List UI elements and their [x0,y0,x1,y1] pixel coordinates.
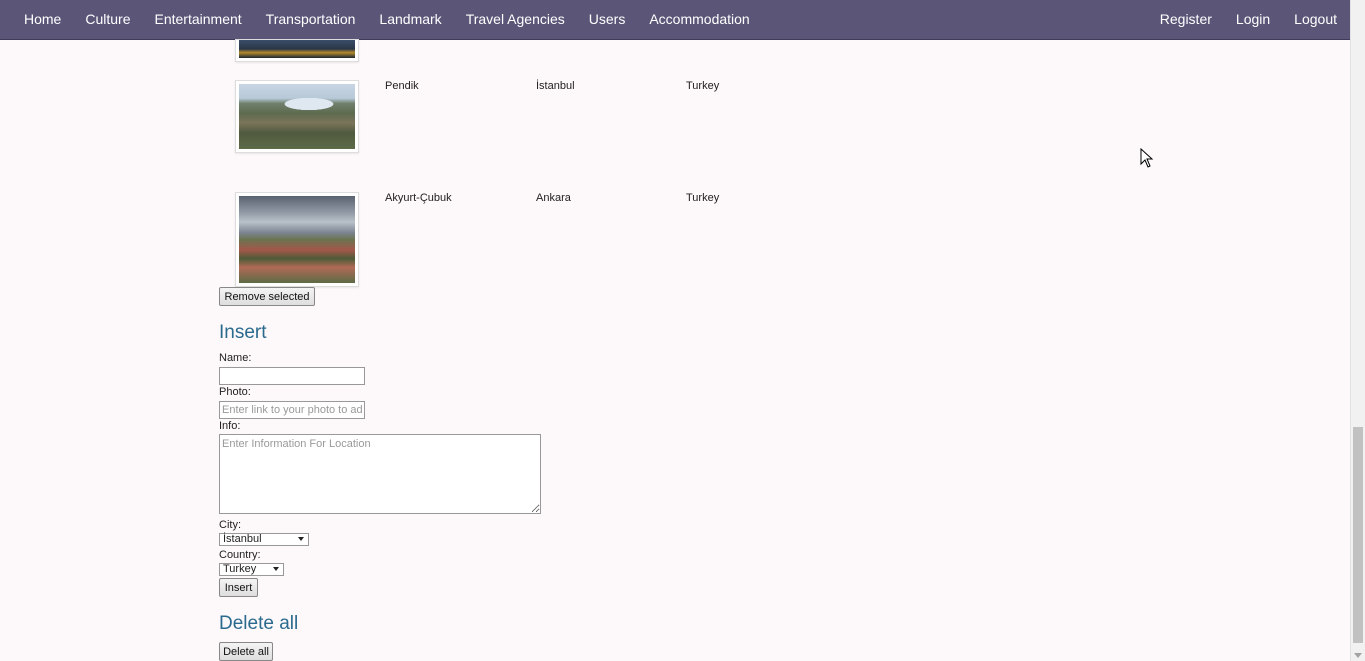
remove-selected-button[interactable]: Remove selected [219,287,315,306]
insert-heading: Insert [219,322,267,343]
delete-all-button[interactable]: Delete all [219,642,273,661]
location-country: Turkey [686,80,720,92]
nav-travel-agencies[interactable]: Travel Agencies [454,0,577,39]
country-select[interactable]: Turkey [219,563,284,576]
nav-accommodation[interactable]: Accommodation [637,0,761,39]
photo-input[interactable] [219,401,365,419]
location-country: Turkey [686,192,720,204]
location-photo-image [239,196,355,283]
scrollbar-thumb[interactable] [1353,427,1363,643]
insert-button[interactable]: Insert [219,578,258,597]
location-photo [235,80,359,153]
nav-transportation[interactable]: Transportation [254,0,368,39]
nav-entertainment[interactable]: Entertainment [143,0,254,39]
nav-right-group: Register Login Logout [1148,0,1337,39]
location-name: Akyurt-Çubuk [385,192,452,204]
location-name: Pendik [385,80,419,92]
scroll-down-arrow-icon[interactable] [1354,653,1362,658]
location-photo [235,192,359,287]
location-city: Ankara [536,192,571,204]
mouse-cursor-icon [1140,148,1154,168]
city-select[interactable]: İstanbul [219,533,309,546]
nav-culture[interactable]: Culture [73,0,142,39]
vertical-scrollbar[interactable] [1350,0,1365,661]
delete-all-heading: Delete all [219,613,299,634]
name-input[interactable] [219,367,365,385]
nav-logout[interactable]: Logout [1282,0,1337,39]
info-textarea[interactable] [219,434,541,514]
location-photo-image [239,84,355,149]
nav-landmark[interactable]: Landmark [367,0,453,39]
chevron-down-icon [273,567,279,571]
top-navbar: Home Culture Entertainment Transportatio… [0,0,1350,40]
name-label: Name: [219,352,252,364]
nav-users[interactable]: Users [577,0,638,39]
country-select-value: Turkey [223,563,257,575]
city-select-value: İstanbul [223,533,262,545]
photo-label: Photo: [219,386,251,398]
country-label: Country: [219,549,261,561]
nav-login[interactable]: Login [1224,0,1282,39]
location-city: İstanbul [536,80,575,92]
info-label: Info: [219,420,241,432]
city-label: City: [219,519,241,531]
chevron-down-icon [298,537,304,541]
location-photo-partial [235,39,359,62]
location-photo-image [239,40,355,58]
nav-home[interactable]: Home [12,0,73,39]
nav-register[interactable]: Register [1148,0,1224,39]
nav-left-group: Home Culture Entertainment Transportatio… [12,0,762,39]
